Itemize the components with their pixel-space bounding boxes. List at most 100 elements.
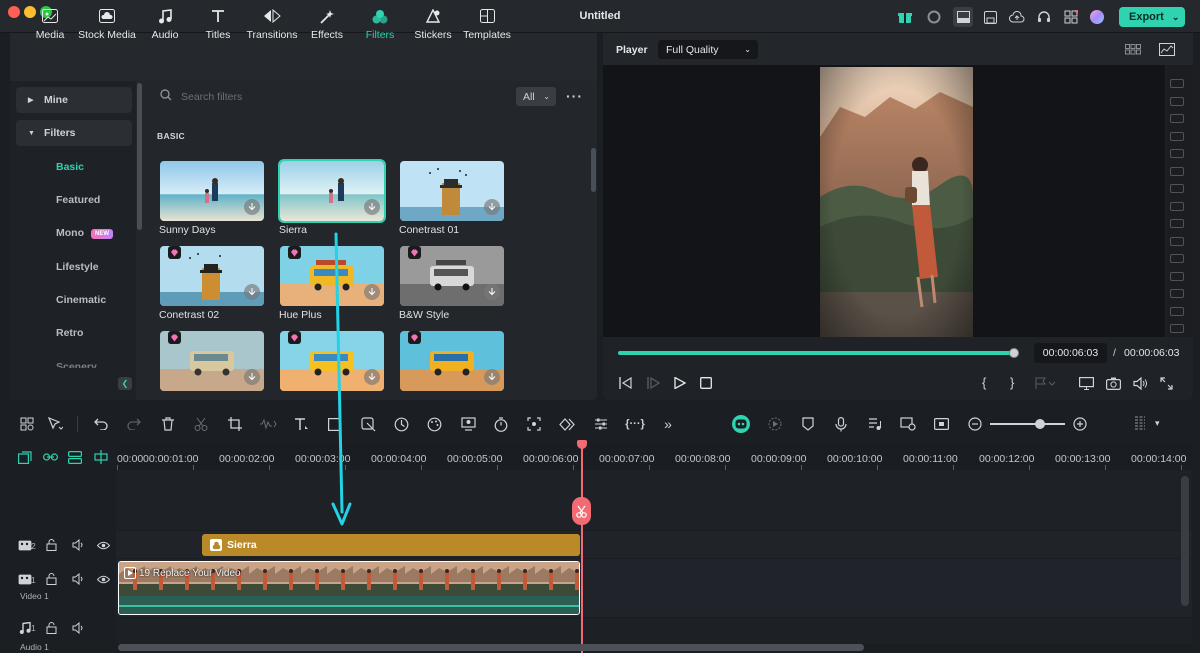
prev-frame-icon[interactable] — [619, 377, 633, 389]
speed-icon[interactable] — [392, 415, 410, 433]
tab-stock-media[interactable]: Stock Media — [76, 0, 138, 48]
code-icon[interactable]: {···} — [625, 415, 645, 433]
download-icon[interactable] — [244, 199, 260, 215]
mute-icon[interactable] — [70, 537, 86, 553]
record-icon[interactable] — [925, 8, 943, 26]
filter-thumb[interactable] — [400, 331, 504, 391]
select-tool-icon[interactable] — [46, 415, 64, 433]
scissors-icon[interactable] — [192, 415, 210, 433]
download-icon[interactable] — [244, 369, 260, 385]
text-tool-icon[interactable] — [292, 415, 310, 433]
category-dropdown[interactable]: All ⌄ — [516, 87, 556, 106]
undo-icon[interactable] — [92, 415, 110, 433]
sidebar-item-lifestyle[interactable]: Lifestyle — [56, 261, 99, 273]
mark-out-icon[interactable]: } — [1010, 375, 1014, 390]
layout-icon[interactable] — [953, 7, 973, 27]
zoom-in-icon[interactable] — [1071, 415, 1089, 433]
display-icon[interactable] — [1079, 377, 1094, 390]
download-icon[interactable] — [364, 199, 380, 215]
export-button[interactable]: Export ⌄ — [1119, 7, 1185, 27]
ai-assistant-icon[interactable] — [732, 415, 750, 433]
sidebar-item-basic[interactable]: Basic — [56, 161, 84, 173]
play-icon[interactable] — [674, 377, 686, 389]
playhead[interactable] — [581, 440, 583, 653]
more-tools-icon[interactable]: » — [659, 415, 677, 433]
tab-transitions[interactable]: Transitions — [244, 0, 300, 48]
filter-thumb-bw-style[interactable] — [400, 246, 504, 306]
zoom-slider[interactable] — [990, 423, 1065, 425]
timer-icon[interactable] — [492, 415, 510, 433]
sidebar-item-cinematic[interactable]: Cinematic — [56, 294, 106, 306]
delete-icon[interactable] — [159, 415, 177, 433]
keyframe-icon[interactable] — [558, 415, 576, 433]
caret-down-icon[interactable]: ▾ — [1155, 418, 1160, 429]
track-settings-icon[interactable] — [68, 451, 82, 464]
auto-reframe-icon[interactable] — [525, 415, 543, 433]
add-track-icon[interactable] — [18, 451, 32, 464]
snap-icon[interactable] — [94, 450, 108, 464]
tab-filters[interactable]: Filters — [361, 0, 399, 48]
layout-grid-icon[interactable] — [18, 415, 36, 433]
audio-list-icon[interactable] — [866, 415, 884, 433]
progress-knob[interactable] — [1009, 348, 1019, 358]
fullscreen-icon[interactable] — [1160, 377, 1173, 390]
filter-thumb-sierra[interactable] — [278, 159, 386, 223]
redo-icon[interactable] — [125, 415, 143, 433]
zoom-out-icon[interactable] — [966, 415, 984, 433]
ai-portrait-icon[interactable] — [459, 415, 477, 433]
lock-icon[interactable] — [43, 620, 59, 636]
sidebar-item-mono[interactable]: Mono — [56, 227, 84, 239]
download-icon[interactable] — [484, 199, 500, 215]
gift-icon[interactable] — [896, 8, 914, 26]
camera-icon[interactable] — [1106, 377, 1121, 390]
timeline-vertical-scrollbar[interactable] — [1181, 476, 1189, 606]
snapshot-icon[interactable] — [899, 415, 917, 433]
volume-icon[interactable] — [1133, 377, 1148, 390]
avatar[interactable] — [1088, 8, 1106, 26]
render-preview-icon[interactable] — [766, 415, 784, 433]
next-frame-icon[interactable] — [647, 377, 661, 389]
zoom-knob[interactable] — [1035, 419, 1045, 429]
tab-media[interactable]: Media — [30, 0, 70, 48]
sidebar-item-retro[interactable]: Retro — [56, 327, 83, 339]
palette-icon[interactable] — [425, 415, 443, 433]
filter-thumb-conetrast-02[interactable] — [160, 246, 264, 306]
grid-view-icon[interactable] — [1125, 44, 1141, 55]
adjust-icon[interactable] — [592, 415, 610, 433]
tab-stickers[interactable]: Stickers — [413, 0, 453, 48]
filter-clip[interactable]: Sierra — [202, 534, 580, 556]
filters-scrollbar[interactable] — [591, 148, 596, 192]
crop-icon[interactable] — [226, 415, 244, 433]
audio-detach-icon[interactable] — [259, 415, 277, 433]
download-icon[interactable] — [484, 369, 500, 385]
filter-thumb-conetrast-01[interactable] — [400, 161, 504, 221]
track-height-icon[interactable] — [1131, 415, 1149, 433]
apps-grid-icon[interactable] — [1062, 8, 1080, 26]
quality-dropdown[interactable]: Full Quality ⌄ — [658, 40, 758, 59]
lock-icon[interactable] — [43, 571, 59, 587]
marker-flag-icon[interactable] — [1034, 377, 1056, 389]
microphone-icon[interactable] — [832, 415, 850, 433]
sidebar-scrollbar[interactable] — [137, 83, 142, 230]
download-icon[interactable] — [244, 284, 260, 300]
filter-thumb-sunny-days[interactable] — [160, 161, 264, 221]
mute-icon[interactable] — [70, 620, 86, 636]
collapse-sidebar-button[interactable]: ❮ — [118, 377, 132, 390]
video-clip[interactable]: 19 Replace Your Video — [118, 561, 580, 615]
stop-icon[interactable] — [700, 377, 712, 389]
download-icon[interactable] — [484, 284, 500, 300]
tab-templates[interactable]: Templates — [462, 0, 512, 48]
sidebar-item-featured[interactable]: Featured — [56, 194, 100, 206]
sidebar-item-mine[interactable]: ▶ Mine — [16, 87, 132, 113]
eye-icon[interactable] — [95, 571, 111, 587]
download-icon[interactable] — [364, 369, 380, 385]
lock-icon[interactable] — [43, 537, 59, 553]
sidebar-item-filters[interactable]: ▼ Filters — [16, 120, 132, 146]
cloud-upload-icon[interactable] — [1008, 8, 1026, 26]
tab-audio[interactable]: Audio — [146, 0, 184, 48]
mark-in-icon[interactable]: { — [982, 375, 986, 390]
download-icon[interactable] — [364, 284, 380, 300]
save-icon[interactable] — [981, 8, 999, 26]
tab-titles[interactable]: Titles — [199, 0, 237, 48]
scope-icon[interactable] — [1159, 43, 1175, 56]
